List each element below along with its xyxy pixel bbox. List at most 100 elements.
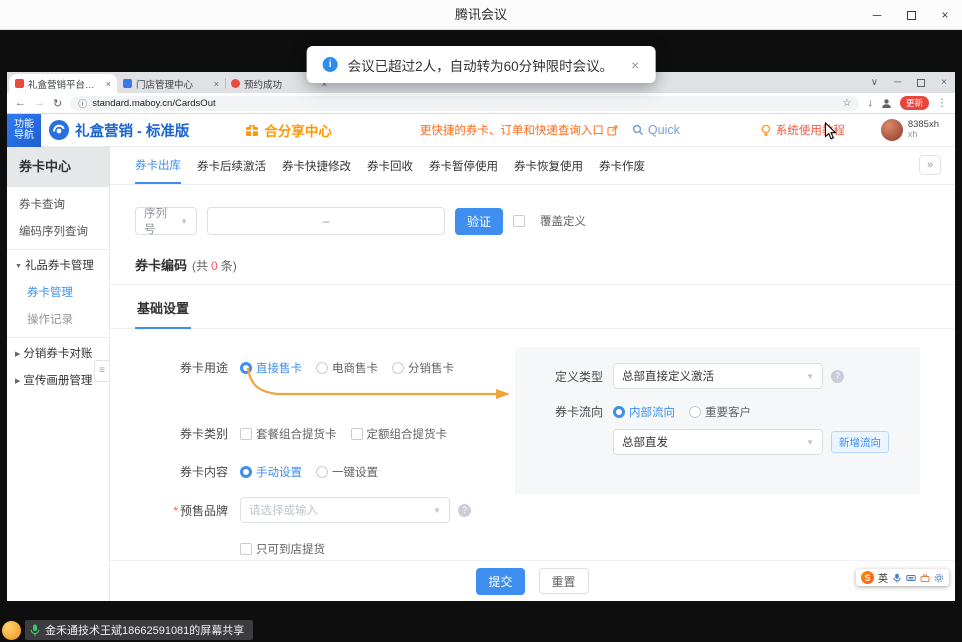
quick-search[interactable]: Quick (632, 123, 680, 137)
maximize-button[interactable] (894, 0, 928, 30)
radio-label: 手动设置 (256, 464, 302, 480)
sidebar-collapse-handle[interactable]: ≡ (94, 360, 109, 382)
minimize-button[interactable]: ─ (860, 0, 894, 30)
sidebar-item-label: 礼品券卡管理 (25, 260, 94, 272)
browser-menu-icon[interactable]: ⋮ (937, 98, 947, 109)
radio-manual-setup[interactable]: 手动设置 (240, 464, 302, 480)
bookmark-star-icon[interactable]: ☆ (843, 98, 852, 109)
sidebar-item-operation-log[interactable]: 操作记录 (7, 307, 109, 334)
radio-label: 直接售卡 (256, 360, 302, 376)
checkbox-package-combo-card[interactable]: 套餐组合提货卡 (240, 426, 337, 442)
flow-select[interactable]: 总部直发 ▼ (613, 429, 823, 455)
browser-close-icon[interactable]: × (941, 77, 947, 88)
sidebar-group-gift-card-mgmt[interactable]: ▼礼品券卡管理 (7, 253, 109, 280)
ime-mic-icon[interactable] (892, 573, 902, 583)
radio-label: 分销售卡 (408, 360, 454, 376)
tab-card-void[interactable]: 券卡作废 (599, 147, 645, 184)
override-checkbox[interactable] (513, 215, 525, 227)
browser-maximize-icon[interactable] (917, 79, 925, 87)
radio-internal-flow[interactable]: 内部流向 (613, 404, 675, 420)
ime-keyboard-icon[interactable] (906, 573, 916, 583)
tutorial-label: 系统使用教程 (776, 122, 845, 138)
ime-settings-icon[interactable] (934, 573, 944, 583)
share-status-text: 金禾通技术王斌18662591081的屏幕共享 (45, 622, 244, 638)
radio-distribution-sale[interactable]: 分销售卡 (392, 360, 454, 376)
browser-minimize-icon[interactable]: ─ (894, 77, 901, 88)
serial-select[interactable]: 序列号 ▼ (135, 207, 197, 235)
quick-entry-link[interactable]: 更快捷的券卡、订单和快递查询入口 (420, 122, 604, 138)
panel-collapse-button[interactable]: » (919, 155, 941, 175)
main-tabbar: 券卡出库 券卡后续激活 券卡快捷修改 券卡回收 券卡暂停使用 券卡恢复使用 券卡… (110, 147, 955, 185)
info-icon[interactable]: ? (831, 370, 844, 383)
checkbox-fixed-combo-card[interactable]: 定额组合提货卡 (351, 426, 448, 442)
browser-addressbar: ← → ↻ ⓘ standard.maboy.cn/CardsOut ☆ ↓ 更… (7, 93, 955, 114)
tab-card-quick-edit[interactable]: 券卡快捷修改 (282, 147, 351, 184)
tab-card-activate[interactable]: 券卡后续激活 (197, 147, 266, 184)
category-row: 券卡类别 套餐组合提货卡 定额组合提货卡 (150, 425, 447, 442)
verify-button[interactable]: 验证 (455, 208, 503, 235)
radio-one-click-setup[interactable]: 一键设置 (316, 464, 378, 480)
reload-icon[interactable]: ↻ (53, 97, 62, 110)
site-info-icon[interactable]: ⓘ (78, 97, 87, 110)
maximize-icon (907, 11, 916, 20)
form-footer: 提交 重置 (110, 560, 955, 601)
ime-toolbox-icon[interactable] (920, 573, 930, 583)
tab-search-icon[interactable]: ∨ (871, 77, 878, 88)
ime-logo-icon[interactable]: S (861, 571, 874, 584)
screen-share-bar: 金禾通技术王斌18662591081的屏幕共享 (2, 619, 253, 641)
share-center-link[interactable]: 合分享中心 (264, 120, 332, 140)
add-flow-button[interactable]: 新增流向 (831, 431, 889, 453)
sidebar-title: 券卡中心 (7, 147, 109, 187)
codes-row: 券卡编码 (共 0 条) (135, 255, 237, 274)
tab-label: 礼盒营销平台管理中心 (28, 77, 103, 91)
tab-basic-settings[interactable]: 基础设置 (135, 285, 191, 329)
user-info: 8385xh xh (908, 120, 939, 140)
radio-label: 一键设置 (332, 464, 378, 480)
brand-select[interactable]: 请选择或输入 ▼ (240, 497, 450, 523)
serial-row: 序列号 ▼ – 验证 覆盖定义 (135, 207, 586, 235)
tab-card-pause[interactable]: 券卡暂停使用 (429, 147, 498, 184)
codes-count-suffix: 条) (221, 257, 237, 274)
brand-label-text: 预售品牌 (180, 504, 228, 518)
nav-toggle-line2: 导航 (14, 130, 34, 142)
bulb-icon (760, 124, 772, 137)
browser-update-button[interactable]: 更新 (900, 96, 929, 110)
external-link-icon (607, 125, 618, 136)
tab-close-icon[interactable]: × (214, 79, 219, 89)
sidebar-item-card-mgmt[interactable]: 券卡管理 (7, 280, 109, 307)
back-icon[interactable]: ← (15, 97, 26, 109)
radio-important-customer[interactable]: 重要客户 (689, 404, 751, 420)
forward-icon[interactable]: → (34, 97, 45, 109)
checkbox-store-pickup-only[interactable]: 只可到店提货 (240, 541, 325, 557)
store-only-row: 只可到店提货 (240, 541, 325, 557)
toast-close-icon[interactable]: × (631, 57, 639, 73)
define-type-select[interactable]: 总部直接定义激活 ▼ (613, 363, 823, 389)
profile-icon[interactable] (881, 98, 892, 109)
submit-button[interactable]: 提交 (476, 568, 524, 595)
close-button[interactable]: × (928, 0, 962, 30)
sidebar: 券卡中心 券卡查询 编码序列查询 ▼礼品券卡管理 券卡管理 操作记录 ▶分销券卡… (7, 147, 110, 601)
flow-row: 券卡流向 内部流向 重要客户 (555, 403, 751, 420)
ime-language-indicator[interactable]: 英 (878, 570, 888, 585)
sidebar-item-card-query[interactable]: 券卡查询 (7, 192, 109, 219)
tab-card-recycle[interactable]: 券卡回收 (367, 147, 413, 184)
info-icon[interactable]: ? (458, 504, 471, 517)
tab-card-outbound[interactable]: 券卡出库 (135, 147, 181, 184)
nav-toggle-button[interactable]: 功能 导航 (7, 114, 41, 147)
user-avatar[interactable] (881, 119, 903, 141)
sidebar-item-code-sequence-query[interactable]: 编码序列查询 (7, 219, 109, 246)
section-tabbar: 基础设置 (110, 285, 955, 329)
browser-tab-1[interactable]: 礼盒营销平台管理中心 × (9, 74, 117, 93)
radio-direct-sale[interactable]: 直接售卡 (240, 360, 302, 376)
url-text: standard.maboy.cn/CardsOut (92, 98, 837, 109)
radio-ecommerce-sale[interactable]: 电商售卡 (316, 360, 378, 376)
tutorial-link[interactable]: 系统使用教程 (760, 122, 845, 138)
browser-window-controls: ∨ ─ × (871, 72, 947, 93)
reset-button[interactable]: 重置 (539, 568, 589, 594)
download-icon[interactable]: ↓ (867, 97, 873, 109)
serial-input[interactable]: – (207, 207, 445, 235)
browser-tab-2[interactable]: 门店管理中心 × (117, 74, 225, 93)
url-field[interactable]: ⓘ standard.maboy.cn/CardsOut ☆ (70, 96, 859, 111)
tab-card-resume[interactable]: 券卡恢复使用 (514, 147, 583, 184)
tab-close-icon[interactable]: × (106, 79, 111, 89)
